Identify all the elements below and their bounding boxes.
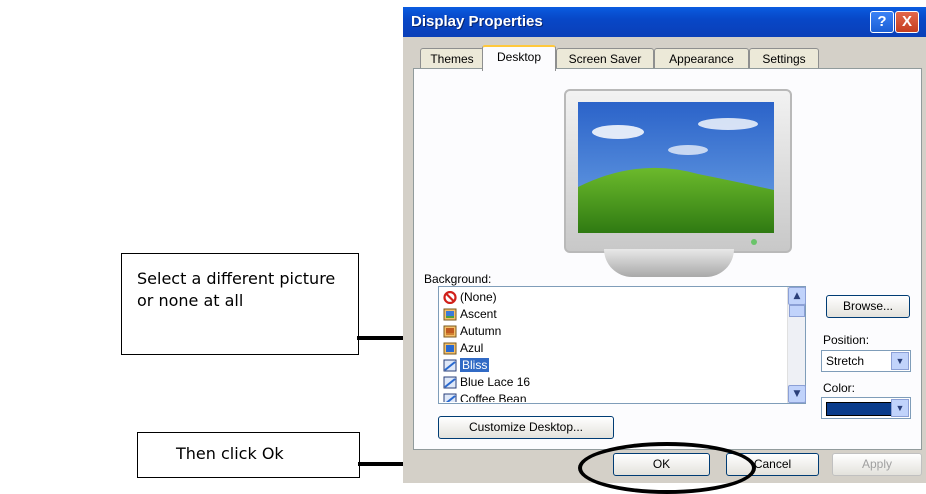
monitor-stand [604, 249, 734, 277]
scroll-up-icon[interactable]: ▲ [788, 287, 806, 305]
background-listbox[interactable]: (None) Ascent Autumn Azul Bliss Blue Lac… [438, 286, 806, 404]
color-swatch [826, 402, 894, 416]
wallpaper-preview [578, 102, 774, 233]
list-item-label: Coffee Bean [460, 392, 527, 402]
desktop-tab-panel: Background: (None) Ascent Autumn Azul Bl… [413, 68, 922, 450]
scroll-thumb[interactable] [789, 305, 805, 317]
tab-screen-saver[interactable]: Screen Saver [556, 48, 654, 69]
list-item-label: Azul [460, 341, 484, 355]
list-item-label: Autumn [460, 324, 502, 338]
list-item[interactable]: Blue Lace 16 [443, 374, 530, 391]
callout-click-ok: Then click Ok [137, 432, 360, 478]
ok-highlight-ring [578, 442, 756, 494]
tab-appearance[interactable]: Appearance [654, 48, 749, 69]
position-value: Stretch [826, 354, 865, 368]
customize-desktop-button[interactable]: Customize Desktop... [438, 416, 614, 439]
callout-select-picture-text: Select a different picture or none at al… [137, 269, 336, 310]
image-file-icon [443, 376, 457, 389]
image-file-icon [443, 325, 457, 338]
help-icon[interactable]: ? [870, 11, 894, 33]
image-file-icon [443, 308, 457, 321]
close-icon[interactable]: X [895, 11, 919, 33]
color-picker[interactable]: ▼ [821, 397, 911, 419]
apply-button[interactable]: Apply [832, 453, 922, 476]
list-item[interactable]: Autumn [443, 323, 501, 340]
title-bar: Display Properties ? X [403, 7, 926, 37]
tab-settings[interactable]: Settings [749, 48, 819, 69]
window-title: Display Properties [411, 13, 543, 30]
color-label: Color: [823, 381, 856, 395]
tab-themes[interactable]: Themes [420, 48, 484, 69]
bliss-wallpaper-image [578, 102, 774, 233]
monitor-preview [564, 89, 792, 253]
list-item[interactable]: Ascent [443, 306, 497, 323]
list-item-label: (None) [460, 290, 497, 304]
image-file-icon [443, 359, 457, 372]
position-select[interactable]: Stretch ▼ [821, 350, 911, 372]
scroll-down-icon[interactable]: ▼ [788, 385, 806, 403]
none-icon [443, 291, 457, 305]
background-label: Background: [424, 272, 492, 286]
list-item-label: Ascent [460, 307, 497, 321]
list-item-label: Blue Lace 16 [460, 375, 531, 389]
list-item[interactable]: Coffee Bean [443, 391, 527, 402]
display-properties-window: Display Properties ? X Themes Desktop Sc… [403, 7, 926, 483]
listbox-scrollbar[interactable]: ▲ ▼ [787, 287, 806, 403]
position-label: Position: [823, 333, 870, 347]
dropdown-arrow-icon[interactable]: ▼ [891, 352, 909, 370]
tab-desktop[interactable]: Desktop [482, 45, 556, 71]
list-item-label: Bliss [460, 358, 490, 372]
image-file-icon [443, 342, 457, 355]
callout-click-ok-text: Then click Ok [176, 444, 284, 463]
callout-select-picture: Select a different picture or none at al… [121, 253, 359, 355]
power-led [751, 239, 757, 245]
list-item-selected[interactable]: Bliss [443, 357, 490, 374]
image-file-icon [443, 393, 457, 402]
browse-button[interactable]: Browse... [826, 295, 910, 318]
list-item[interactable]: (None) [443, 289, 497, 306]
list-item[interactable]: Azul [443, 340, 483, 357]
dropdown-arrow-icon[interactable]: ▼ [891, 399, 909, 417]
